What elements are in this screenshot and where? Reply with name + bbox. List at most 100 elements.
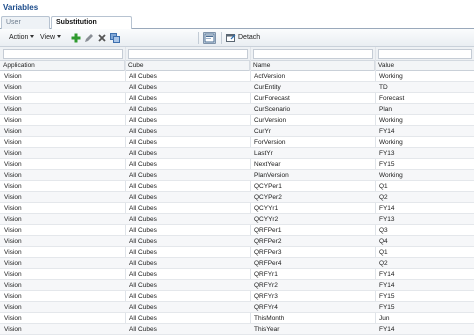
cell-application: Vision — [4, 117, 22, 124]
column-header-name[interactable]: Name — [250, 61, 375, 71]
cell-value: Working — [379, 139, 403, 146]
cell-value: TD — [379, 84, 388, 91]
cell-cube: All Cubes — [129, 249, 157, 256]
cell-cube: All Cubes — [129, 95, 157, 102]
cell-application: Vision — [4, 315, 22, 322]
filter-value-input[interactable] — [378, 49, 472, 59]
column-header-value[interactable]: Value — [375, 61, 474, 71]
cell-value: Jun — [379, 315, 390, 322]
cell-cube: All Cubes — [129, 205, 157, 212]
table-row[interactable]: Vision All Cubes QRFYr2 FY14 — [0, 280, 474, 291]
cell-cube: All Cubes — [129, 106, 157, 113]
table-row[interactable]: Vision All Cubes ForVersion Working — [0, 137, 474, 148]
cell-cube: All Cubes — [129, 139, 157, 146]
cell-application: Vision — [4, 282, 22, 289]
table-row[interactable]: Vision All Cubes ThisYear FY14 — [0, 324, 474, 335]
cell-name: PlanVersion — [254, 172, 289, 179]
cell-application: Vision — [4, 304, 22, 311]
action-menu[interactable]: Action — [9, 33, 35, 43]
table-row[interactable]: Vision All Cubes QRFPer3 Q1 — [0, 247, 474, 258]
table-row[interactable]: Vision All Cubes NextYear FY15 — [0, 159, 474, 170]
cell-value: Working — [379, 117, 403, 124]
cell-application: Vision — [4, 139, 22, 146]
cell-value: Q3 — [379, 227, 388, 234]
copy-icon[interactable] — [110, 33, 120, 43]
cell-value: FY15 — [379, 304, 395, 311]
table-row[interactable]: Vision All Cubes CurVersion Working — [0, 115, 474, 126]
cell-cube: All Cubes — [129, 172, 157, 179]
filter-name-input[interactable] — [253, 49, 373, 59]
column-header-cube[interactable]: Cube — [125, 61, 250, 71]
table-row[interactable]: Vision All Cubes QCYYr1 FY14 — [0, 203, 474, 214]
cell-value: FY14 — [379, 271, 395, 278]
cell-cube: All Cubes — [129, 128, 157, 135]
column-header-application[interactable]: Application — [0, 61, 125, 71]
cell-value: Q1 — [379, 249, 388, 256]
toolbar-separator — [221, 32, 222, 44]
cell-name: ThisMonth — [254, 315, 285, 322]
cell-name: QRFPer3 — [254, 249, 282, 256]
view-menu[interactable]: View — [40, 33, 62, 43]
cell-cube: All Cubes — [129, 194, 157, 201]
cell-name: CurScenario — [254, 106, 291, 113]
table-row[interactable]: Vision All Cubes QRFYr3 FY15 — [0, 291, 474, 302]
cell-value: FY14 — [379, 205, 395, 212]
cell-name: CurYr — [254, 128, 271, 135]
table-row[interactable]: Vision All Cubes QRFYr1 FY14 — [0, 269, 474, 280]
table-row[interactable]: Vision All Cubes CurScenario Plan — [0, 104, 474, 115]
table-row[interactable]: Vision All Cubes QRFYr4 FY15 — [0, 302, 474, 313]
table-row[interactable]: Vision All Cubes CurYr FY14 — [0, 126, 474, 137]
cell-value: FY14 — [379, 326, 395, 333]
cell-name: CurForecast — [254, 95, 290, 102]
filter-row — [0, 47, 474, 61]
table-row[interactable]: Vision All Cubes QRFPer1 Q3 — [0, 225, 474, 236]
table-row[interactable]: Vision All Cubes QCYYr2 FY13 — [0, 214, 474, 225]
chevron-down-icon — [30, 35, 35, 38]
cell-value: Forecast — [379, 95, 405, 102]
view-menu-label: View — [40, 34, 56, 41]
cell-name: ActVersion — [254, 73, 286, 80]
tab-strip: User Variables Substitution Variables — [0, 14, 474, 38]
table-row[interactable]: Vision All Cubes QRFPer2 Q4 — [0, 236, 474, 247]
cell-name: QRFYr2 — [254, 282, 278, 289]
table-row[interactable]: Vision All Cubes QCYPer2 Q2 — [0, 192, 474, 203]
filter-application-input[interactable] — [3, 49, 123, 59]
detach-button[interactable]: Detach — [238, 33, 260, 43]
table-row[interactable]: Vision All Cubes CurForecast Forecast — [0, 93, 474, 104]
delete-icon[interactable] — [97, 33, 107, 43]
cell-name: LastYr — [254, 150, 273, 157]
cell-application: Vision — [4, 183, 22, 190]
table-row[interactable]: Vision All Cubes ActVersion Working — [0, 71, 474, 82]
cell-application: Vision — [4, 95, 22, 102]
cell-application: Vision — [4, 238, 22, 245]
edit-icon[interactable] — [84, 33, 94, 43]
cell-value: Working — [379, 172, 403, 179]
cell-cube: All Cubes — [129, 227, 157, 234]
cell-application: Vision — [4, 172, 22, 179]
cell-value: FY14 — [379, 128, 395, 135]
query-by-example-button[interactable] — [203, 32, 216, 44]
cell-name: NextYear — [254, 161, 281, 168]
cell-value: FY13 — [379, 216, 395, 223]
table-row[interactable]: Vision All Cubes ThisMonth Jun — [0, 313, 474, 324]
add-icon[interactable] — [71, 33, 81, 43]
action-menu-label: Action — [9, 34, 29, 41]
cell-application: Vision — [4, 260, 22, 267]
filter-cube-input[interactable] — [128, 49, 248, 59]
cell-application: Vision — [4, 150, 22, 157]
cell-application: Vision — [4, 84, 22, 91]
cell-cube: All Cubes — [129, 315, 157, 322]
cell-name: QRFYr1 — [254, 271, 278, 278]
toolbar-separator — [198, 32, 199, 44]
table-row[interactable]: Vision All Cubes LastYr FY13 — [0, 148, 474, 159]
table-row[interactable]: Vision All Cubes QCYPer1 Q1 — [0, 181, 474, 192]
cell-value: FY14 — [379, 282, 395, 289]
tab-substitution-variables[interactable]: Substitution Variables — [51, 16, 132, 38]
table-row[interactable]: Vision All Cubes PlanVersion Working — [0, 170, 474, 181]
table-row[interactable]: Vision All Cubes CurEntity TD — [0, 82, 474, 93]
cell-value: Q4 — [379, 238, 388, 245]
tab-user-variables[interactable]: User Variables — [1, 16, 50, 38]
table-row[interactable]: Vision All Cubes QRFPer4 Q2 — [0, 258, 474, 269]
detach-icon[interactable] — [226, 33, 236, 43]
cell-application: Vision — [4, 271, 22, 278]
